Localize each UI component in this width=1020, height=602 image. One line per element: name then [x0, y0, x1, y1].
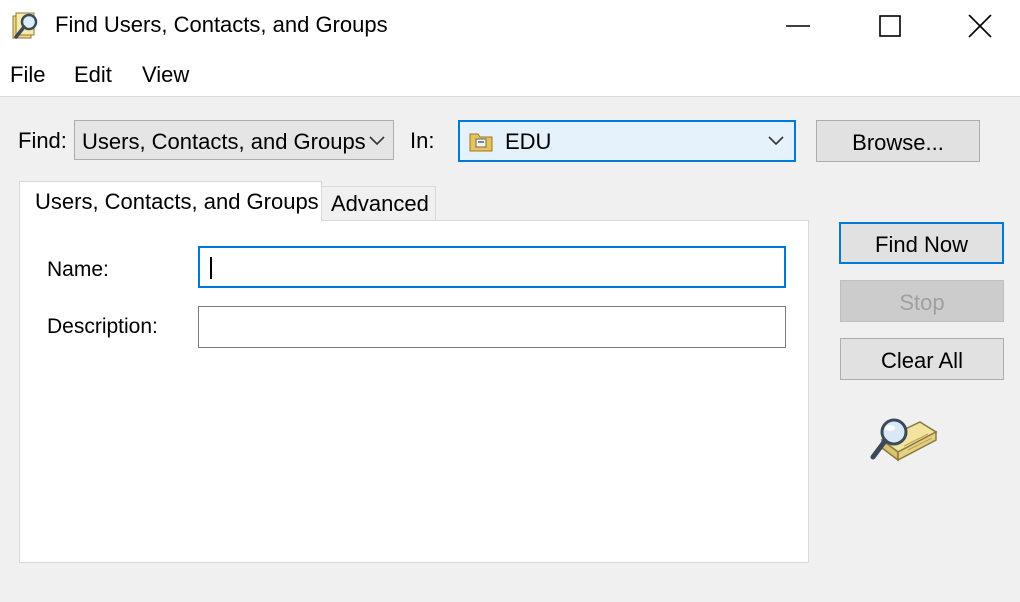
tab-advanced[interactable]: Advanced	[321, 186, 436, 220]
menu-bar: File Edit View	[0, 52, 1020, 97]
stop-button[interactable]: Stop	[840, 280, 1004, 322]
description-label: Description:	[47, 315, 158, 338]
name-input[interactable]	[198, 246, 786, 288]
menu-edit[interactable]: Edit	[74, 62, 112, 88]
find-label: Find:	[18, 128, 67, 153]
chevron-down-icon	[768, 136, 784, 146]
maximize-icon	[879, 15, 901, 37]
find-type-dropdown[interactable]: Users, Contacts, and Groups	[74, 120, 394, 160]
directory-search-icon	[870, 418, 938, 462]
minimize-icon	[786, 25, 810, 27]
close-button[interactable]	[936, 0, 1020, 52]
location-dropdown[interactable]: EDU	[458, 120, 796, 162]
menu-file[interactable]: File	[10, 62, 45, 88]
chevron-down-icon	[369, 136, 385, 146]
tab-users-contacts-groups[interactable]: Users, Contacts, and Groups	[19, 181, 322, 222]
text-caret	[210, 257, 212, 279]
description-input[interactable]	[198, 306, 786, 348]
clear-all-button[interactable]: Clear All	[840, 338, 1004, 380]
title-bar: Find Users, Contacts, and Groups	[0, 0, 1020, 52]
browse-button[interactable]: Browse...	[816, 120, 980, 162]
maximize-button[interactable]	[844, 0, 936, 52]
minimize-button[interactable]	[752, 0, 844, 52]
find-type-value: Users, Contacts, and Groups	[82, 129, 366, 154]
find-icon	[12, 12, 38, 39]
location-value: EDU	[505, 129, 552, 154]
menu-view[interactable]: View	[142, 62, 189, 88]
domain-folder-icon	[469, 133, 493, 152]
find-now-button[interactable]: Find Now	[839, 222, 1004, 264]
close-icon	[968, 14, 992, 38]
window-title: Find Users, Contacts, and Groups	[55, 12, 388, 37]
name-label: Name:	[47, 258, 109, 281]
in-label: In:	[410, 128, 435, 153]
